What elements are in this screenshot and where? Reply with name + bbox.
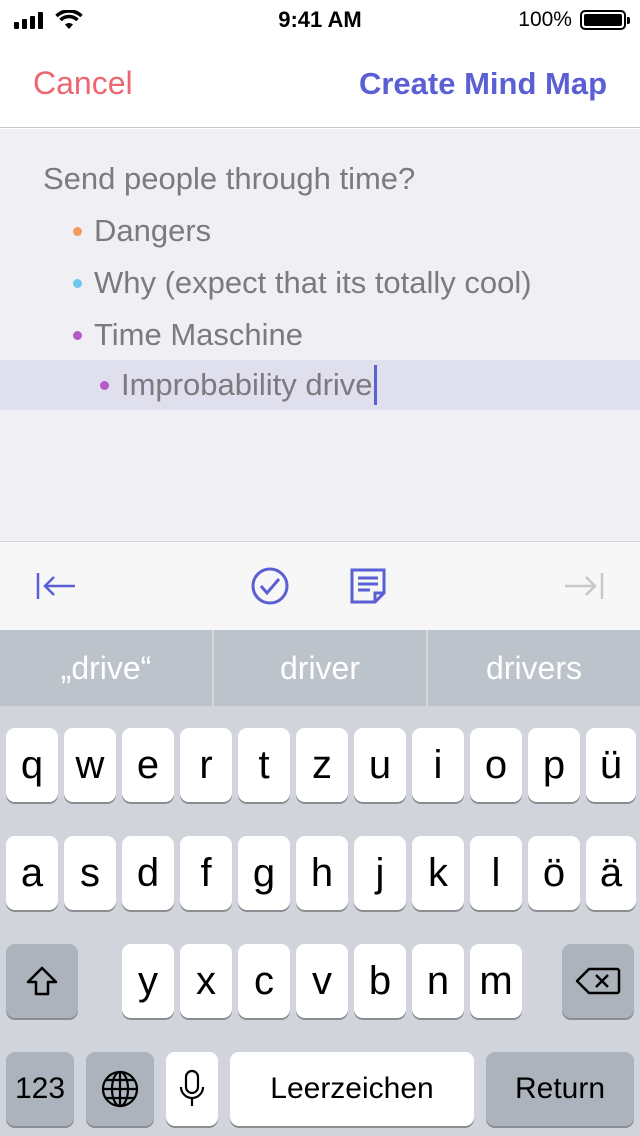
key-n[interactable]: n — [412, 944, 464, 1018]
key-o[interactable]: o — [470, 728, 522, 802]
shift-icon — [26, 966, 58, 996]
battery-percentage: 100% — [518, 8, 572, 31]
key-j[interactable]: j — [354, 836, 406, 910]
key-v[interactable]: v — [296, 944, 348, 1018]
dictation-key[interactable] — [166, 1052, 218, 1126]
key-m[interactable]: m — [470, 944, 522, 1018]
outline-item-text[interactable]: Improbability drive — [121, 367, 373, 403]
key-k[interactable]: k — [412, 836, 464, 910]
outline-root[interactable]: Send people through time? — [0, 154, 640, 204]
key-u[interactable]: u — [354, 728, 406, 802]
key-g[interactable]: g — [238, 836, 290, 910]
numbers-key[interactable]: 123 — [6, 1052, 74, 1126]
status-left — [14, 10, 214, 30]
key-t[interactable]: t — [238, 728, 290, 802]
bullet-icon — [73, 226, 82, 236]
backspace-key[interactable] — [562, 944, 634, 1018]
signal-icon — [14, 11, 43, 29]
keyboard: q w e r t z u i o p ü a s d f g h j k l … — [0, 706, 640, 1136]
editor-toolbar — [0, 541, 640, 630]
outline-item-selected[interactable]: Improbability drive — [0, 360, 640, 410]
key-f[interactable]: f — [180, 836, 232, 910]
note-button[interactable] — [346, 564, 390, 608]
suggestion-item[interactable]: driver — [212, 630, 426, 706]
key-u-umlaut[interactable]: ü — [586, 728, 636, 802]
outline-item[interactable]: Dangers — [0, 206, 640, 256]
wifi-icon — [55, 10, 83, 29]
checkmark-circle-icon — [251, 567, 289, 605]
key-e[interactable]: e — [122, 728, 174, 802]
globe-key[interactable] — [86, 1052, 154, 1126]
suggestion-item[interactable]: „drive“ — [0, 630, 212, 706]
key-x[interactable]: x — [180, 944, 232, 1018]
outdent-icon — [36, 573, 75, 599]
key-a-umlaut[interactable]: ä — [586, 836, 636, 910]
status-time: 9:41 AM — [278, 7, 362, 32]
key-b[interactable]: b — [354, 944, 406, 1018]
complete-button[interactable] — [248, 564, 292, 608]
outdent-button[interactable] — [34, 564, 78, 608]
key-q[interactable]: q — [6, 728, 58, 802]
key-w[interactable]: w — [64, 728, 116, 802]
return-key[interactable]: Return — [486, 1052, 634, 1126]
create-mind-map-button[interactable]: Create Mind Map — [359, 66, 607, 102]
bullet-icon — [100, 380, 109, 390]
space-key[interactable]: Leerzeichen — [230, 1052, 474, 1126]
note-icon — [350, 568, 386, 604]
key-p[interactable]: p — [528, 728, 580, 802]
status-right: 100% — [426, 8, 630, 32]
cancel-button[interactable]: Cancel — [33, 65, 133, 102]
backspace-icon — [575, 967, 621, 995]
microphone-icon — [179, 1069, 205, 1106]
key-l[interactable]: l — [470, 836, 522, 910]
text-cursor — [373, 365, 377, 405]
key-s[interactable]: s — [64, 836, 116, 910]
outline-item[interactable]: Why (expect that its totally cool) — [0, 258, 640, 308]
suggestion-item[interactable]: drivers — [426, 630, 640, 706]
key-y[interactable]: y — [122, 944, 174, 1018]
key-c[interactable]: c — [238, 944, 290, 1018]
globe-icon — [101, 1070, 139, 1108]
key-r[interactable]: r — [180, 728, 232, 802]
bullet-icon — [73, 278, 82, 288]
outline-item[interactable]: Time Maschine — [0, 310, 640, 360]
navigation-bar: Cancel Create Mind Map — [0, 40, 640, 128]
outline-item-text: Time Maschine — [94, 317, 304, 352]
status-bar: 9:41 AM 100% — [0, 0, 640, 40]
key-h[interactable]: h — [296, 836, 348, 910]
outline-root-text: Send people through time? — [43, 161, 416, 196]
outline-item-text: Why (expect that its totally cool) — [94, 265, 532, 300]
outline-item-text: Dangers — [94, 213, 212, 248]
bullet-icon — [73, 330, 82, 340]
indent-icon — [565, 573, 604, 599]
indent-button[interactable] — [562, 564, 606, 608]
key-d[interactable]: d — [122, 836, 174, 910]
key-a[interactable]: a — [6, 836, 58, 910]
autocorrect-suggestions: „drive“ driver drivers — [0, 630, 640, 706]
shift-key[interactable] — [6, 944, 78, 1018]
key-i[interactable]: i — [412, 728, 464, 802]
key-z[interactable]: z — [296, 728, 348, 802]
outline-editor[interactable]: Send people through time? Dangers Why (e… — [0, 129, 640, 541]
battery-icon — [579, 10, 630, 30]
key-o-umlaut[interactable]: ö — [528, 836, 580, 910]
